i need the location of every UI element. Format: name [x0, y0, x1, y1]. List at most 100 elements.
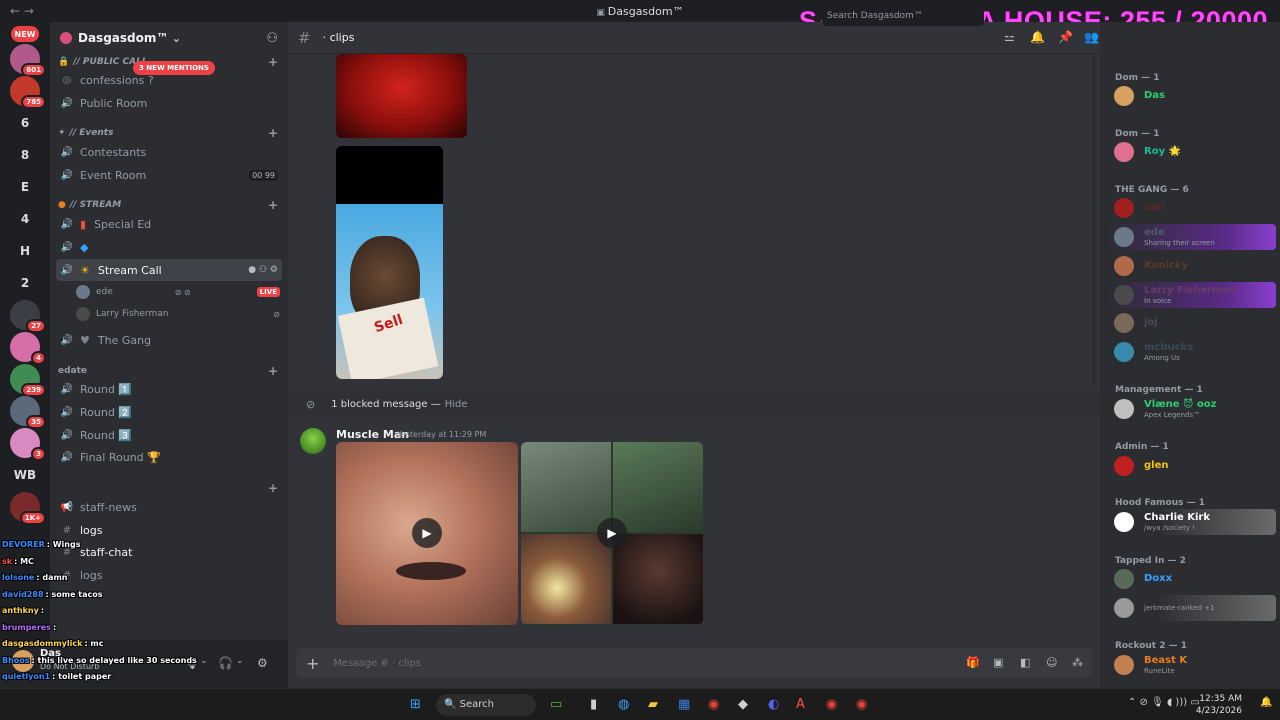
- member-item[interactable]: mcbucks Among Us: [1106, 339, 1276, 365]
- add-attachment-icon[interactable]: +: [306, 654, 319, 673]
- speaker-icon: 🔊: [60, 406, 74, 418]
- edge-icon[interactable]: ◍: [618, 697, 629, 712]
- chat-scrollbar[interactable]: [1092, 56, 1096, 386]
- member-item[interactable]: Charlie Kirk/wya /society !: [1106, 509, 1276, 535]
- chrome-icon[interactable]: ◉: [708, 697, 719, 712]
- video-attachment[interactable]: ▶: [521, 442, 703, 625]
- avatar[interactable]: [300, 428, 326, 454]
- sticker-icon[interactable]: ◧: [1020, 656, 1030, 669]
- server-icon[interactable]: 3: [10, 428, 46, 461]
- app-icon[interactable]: ◆: [738, 697, 748, 712]
- new-badge[interactable]: NEW: [11, 26, 39, 42]
- server-icon[interactable]: 4: [10, 204, 40, 234]
- play-icon[interactable]: ▶: [412, 518, 442, 548]
- taskview-icon[interactable]: ▮: [590, 697, 597, 712]
- folder-icon[interactable]: ▰: [648, 697, 658, 712]
- channel-round-1[interactable]: 🔊 Round 1️⃣: [56, 378, 282, 400]
- channel-round-2[interactable]: 🔊 Round 2️⃣: [56, 401, 282, 423]
- server-icon[interactable]: H: [10, 236, 40, 266]
- channel-staff-news[interactable]: 📢 staff-news: [56, 496, 282, 518]
- server-icon[interactable]: WB: [10, 460, 40, 490]
- landscape-icon[interactable]: ▭: [550, 697, 562, 712]
- channel-actions[interactable]: ● ⚇ ⚙: [248, 265, 278, 275]
- add-channel-icon[interactable]: +: [268, 126, 278, 140]
- server-icon[interactable]: 35: [10, 396, 46, 429]
- tray-icons[interactable]: ⌃ ⊘ 🎙 ◖ ))) ▭: [1128, 697, 1200, 708]
- search-input[interactable]: Search Dasgasdom™: [822, 6, 984, 26]
- server-icon[interactable]: 8: [10, 140, 40, 170]
- add-channel-icon[interactable]: +: [268, 198, 278, 212]
- member-item[interactable]: Doxx: [1106, 566, 1276, 592]
- server-header[interactable]: Dasgasdom™ ⌄ ⚇: [50, 22, 288, 54]
- speaker-icon: 🔊: [60, 383, 74, 395]
- play-icon[interactable]: ▶: [597, 518, 627, 548]
- server-icon[interactable]: 6: [10, 108, 40, 138]
- member-item[interactable]: ede Sharing their screen: [1106, 224, 1276, 250]
- channel-the-gang[interactable]: 🔊 ♥ The Gang: [56, 329, 282, 351]
- store-icon[interactable]: ▦: [678, 697, 690, 712]
- taskbar-search[interactable]: 🔍 Search: [436, 694, 536, 716]
- hide-blocked-link[interactable]: Hide: [445, 399, 468, 410]
- message-input[interactable]: Message # · clips: [333, 658, 421, 669]
- member-item[interactable]: joj: [1106, 310, 1276, 336]
- mute-icon[interactable]: 🔔: [1030, 30, 1045, 44]
- member-item[interactable]: Beast K RuneLite: [1106, 652, 1276, 678]
- video-attachment[interactable]: ▶: [336, 442, 518, 625]
- category-stream[interactable]: ● // STREAM +: [58, 197, 282, 213]
- server-icon[interactable]: 239: [10, 364, 46, 397]
- server-icon[interactable]: 2: [10, 268, 40, 298]
- channel-contestants[interactable]: 🔊 Contestants: [56, 141, 282, 163]
- channel-confessions[interactable]: ◎ confessions ?: [56, 69, 282, 91]
- voice-user-larry[interactable]: Larry Fisherman ⊘: [76, 304, 280, 324]
- channel-special-ed[interactable]: 🔊 ▮ Special Ed: [56, 213, 282, 235]
- add-channel-icon[interactable]: +: [268, 481, 278, 495]
- category-edate[interactable]: edate +: [58, 363, 282, 379]
- taskbar-clock[interactable]: 12:35 AM 4/23/2026: [1196, 693, 1242, 717]
- member-list-icon[interactable]: 👥: [1084, 30, 1099, 44]
- channel-event-room[interactable]: 🔊 Event Room 00 99: [56, 164, 282, 186]
- member-item[interactable]: Larry Fisherman In voice: [1106, 282, 1276, 308]
- member-item[interactable]: Kenicky: [1106, 253, 1276, 279]
- member-item[interactable]: jerkmate-ranked +1: [1106, 595, 1276, 621]
- add-channel-icon[interactable]: +: [268, 364, 278, 378]
- channel-stream-call[interactable]: 🔊 ☀ Stream Call ● ⚇ ⚙: [56, 259, 282, 281]
- member-item[interactable]: Das: [1106, 83, 1276, 109]
- member-item[interactable]: Roy 🌟: [1106, 139, 1276, 165]
- channel-logs[interactable]: # logs: [56, 519, 282, 541]
- server-icon[interactable]: 1K+: [10, 492, 46, 525]
- channel-final-round[interactable]: 🔊 Final Round 🏆: [56, 446, 282, 468]
- category-events[interactable]: ✦ // Events +: [58, 125, 282, 141]
- server-icon[interactable]: 601: [10, 44, 46, 77]
- voice-user-ede[interactable]: ede ⊘ ⊘ LIVE: [76, 282, 280, 302]
- discord-icon[interactable]: ◐: [768, 697, 779, 712]
- chrome-icon[interactable]: ◉: [826, 697, 837, 712]
- adobe-icon[interactable]: A: [796, 697, 805, 712]
- member-item[interactable]: carl: [1106, 195, 1276, 221]
- apps-icon[interactable]: ⁂: [1072, 656, 1083, 669]
- server-icon[interactable]: 4: [10, 332, 46, 365]
- message-composer[interactable]: + Message # · clips 🎁 ▣ ◧ ☺ ⁂: [296, 648, 1092, 678]
- image-attachment[interactable]: [336, 54, 467, 138]
- gift-icon[interactable]: 🎁: [966, 656, 980, 669]
- server-icon[interactable]: E: [10, 172, 40, 202]
- pin-icon[interactable]: 📌: [1058, 30, 1073, 44]
- windows-start-icon[interactable]: ⊞: [410, 697, 421, 712]
- member-item[interactable]: glen: [1106, 453, 1276, 479]
- avatar: [1114, 655, 1134, 675]
- gear-icon[interactable]: ⚙: [257, 656, 268, 670]
- chrome-icon[interactable]: ◉: [856, 697, 867, 712]
- add-channel-icon[interactable]: +: [268, 55, 278, 69]
- channel-public-room[interactable]: 🔊 Public Room: [56, 92, 282, 114]
- server-icon[interactable]: 785: [10, 76, 46, 109]
- member-item[interactable]: Vlæne 😈 ooz Apex Legends™: [1106, 396, 1276, 422]
- invite-people-icon[interactable]: ⚇: [266, 31, 278, 46]
- category-staff[interactable]: +: [58, 480, 282, 496]
- channel-gem[interactable]: 🔊 ◆: [56, 236, 282, 258]
- channel-round-3[interactable]: 🔊 Round 3️⃣: [56, 424, 282, 446]
- image-attachment[interactable]: Sell: [336, 146, 443, 379]
- server-icon[interactable]: 27: [10, 300, 46, 333]
- emoji-icon[interactable]: ☺: [1046, 656, 1057, 669]
- gif-icon[interactable]: ▣: [993, 656, 1003, 669]
- notification-icon[interactable]: 🔔: [1260, 697, 1272, 708]
- threads-icon[interactable]: ⚍: [1004, 30, 1015, 44]
